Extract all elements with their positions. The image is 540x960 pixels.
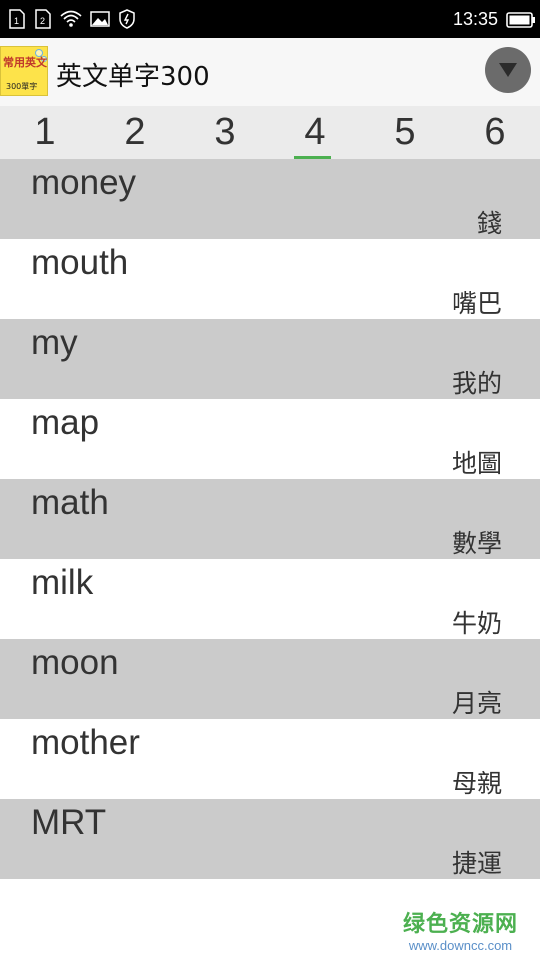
- list-item[interactable]: money 錢: [0, 159, 540, 239]
- english-word: math: [31, 483, 109, 522]
- list-item[interactable]: my 我的: [0, 319, 540, 399]
- list-item[interactable]: mouth 嘴巴: [0, 239, 540, 319]
- app-bar: 常用英文 300單字 英文单字300: [0, 38, 540, 106]
- shield-icon: [119, 9, 135, 29]
- status-bar: 1 2 13:35: [0, 0, 540, 38]
- list-item[interactable]: moon 月亮: [0, 639, 540, 719]
- sim-1-label: 1: [14, 16, 19, 26]
- chinese-translation: 捷運: [451, 849, 502, 878]
- watermark: 绿色资源网 www.downcc.com: [403, 906, 518, 953]
- chinese-translation: 錢: [476, 209, 502, 238]
- watermark-name: 绿色资源网: [402, 912, 518, 937]
- logo-text-top: 常用英文: [3, 56, 47, 69]
- dropdown-button[interactable]: [485, 47, 531, 93]
- battery-icon: [506, 11, 535, 28]
- chinese-translation: 母親: [451, 769, 502, 798]
- clock: 13:35: [452, 9, 498, 29]
- status-icons-right: 13:35: [453, 9, 536, 30]
- chinese-translation: 月亮: [451, 689, 502, 718]
- tab-1[interactable]: 1: [0, 106, 90, 159]
- english-word: map: [31, 403, 100, 442]
- chinese-translation: 嘴巴: [451, 289, 502, 318]
- logo-text-bottom: 300單字: [6, 82, 38, 91]
- english-word: my: [31, 323, 78, 362]
- tab-3[interactable]: 3: [180, 106, 270, 159]
- chinese-translation: 數學: [451, 529, 502, 558]
- app-title: 英文单字300: [56, 62, 210, 92]
- english-word: milk: [31, 563, 94, 602]
- list-item[interactable]: math 數學: [0, 479, 540, 559]
- english-word: money: [31, 163, 137, 202]
- english-word: mother: [31, 723, 140, 762]
- triangle-down-icon: [499, 63, 517, 77]
- image-icon: [90, 11, 110, 27]
- tab-2[interactable]: 2: [90, 106, 180, 159]
- chinese-translation: 地圖: [451, 449, 502, 478]
- app-logo: 常用英文 300單字: [0, 46, 48, 96]
- sim-2-label: 2: [40, 16, 45, 26]
- list-item[interactable]: MRT 捷運: [0, 799, 540, 879]
- sim-2-icon: 2: [35, 9, 51, 29]
- english-word: MRT: [31, 803, 107, 842]
- status-icons-left: 1 2: [8, 9, 136, 29]
- sim-1-icon: 1: [9, 9, 25, 29]
- page-tabs: 1 2 3 4 5 6: [0, 106, 540, 159]
- list-item[interactable]: milk 牛奶: [0, 559, 540, 639]
- list-item[interactable]: map 地圖: [0, 399, 540, 479]
- list-item[interactable]: mother 母親: [0, 719, 540, 799]
- tab-6[interactable]: 6: [450, 106, 540, 159]
- wifi-icon: [60, 10, 82, 27]
- chinese-translation: 我的: [451, 369, 502, 398]
- english-word: moon: [31, 643, 119, 682]
- tab-5[interactable]: 5: [360, 106, 450, 159]
- chinese-translation: 牛奶: [451, 609, 502, 638]
- watermark-url: www.downcc.com: [408, 938, 513, 953]
- tab-4[interactable]: 4: [270, 106, 360, 159]
- english-word: mouth: [31, 243, 129, 282]
